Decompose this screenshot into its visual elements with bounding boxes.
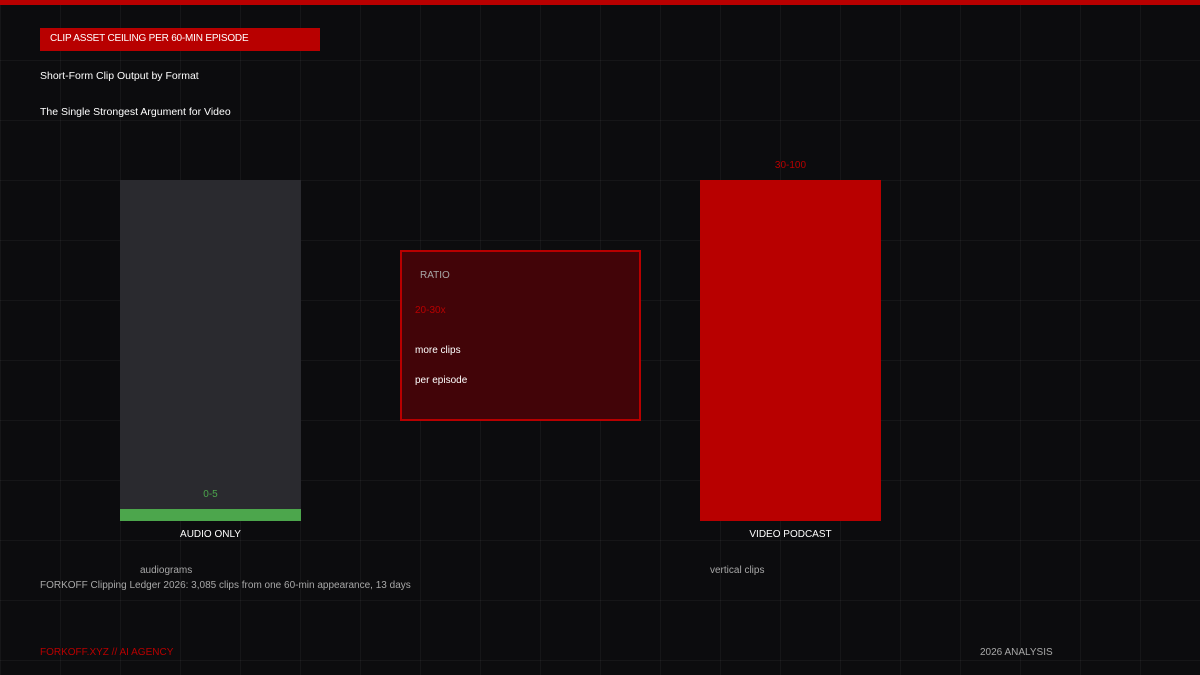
value-label-video-podcast: 30-100 — [774, 160, 807, 171]
note-video-podcast: vertical clips — [710, 565, 765, 576]
chart-tag: CLIP ASSET CEILING PER 60-MIN EPISODE — [40, 28, 320, 51]
footer-brand: FORKOFF.XYZ // AI AGENCY — [40, 647, 174, 658]
ratio-description-line-1: more clips — [415, 345, 461, 356]
top-accent-bar — [0, 0, 1200, 5]
note-audio-only: audiograms — [140, 565, 193, 576]
ratio-value: 20-30x — [415, 305, 446, 316]
bar-audio-only — [120, 509, 301, 521]
category-label-audio-only: AUDIO ONLY — [180, 529, 241, 540]
bar-video-podcast — [700, 180, 881, 521]
ratio-description-line-2: per episode — [415, 375, 468, 386]
category-label-video-podcast: VIDEO PODCAST — [749, 529, 832, 540]
source-note: FORKOFF Clipping Ledger 2026: 3,085 clip… — [40, 580, 411, 591]
chart-subtitle: The Single Strongest Argument for Video — [40, 106, 231, 118]
chart-title: Short-Form Clip Output by Format — [40, 70, 199, 82]
ratio-label: RATIO — [420, 270, 450, 281]
footer-label: 2026 ANALYSIS — [980, 647, 1053, 658]
value-label-audio-only: 0-5 — [203, 489, 218, 500]
bar-audio-only-track — [120, 180, 301, 521]
